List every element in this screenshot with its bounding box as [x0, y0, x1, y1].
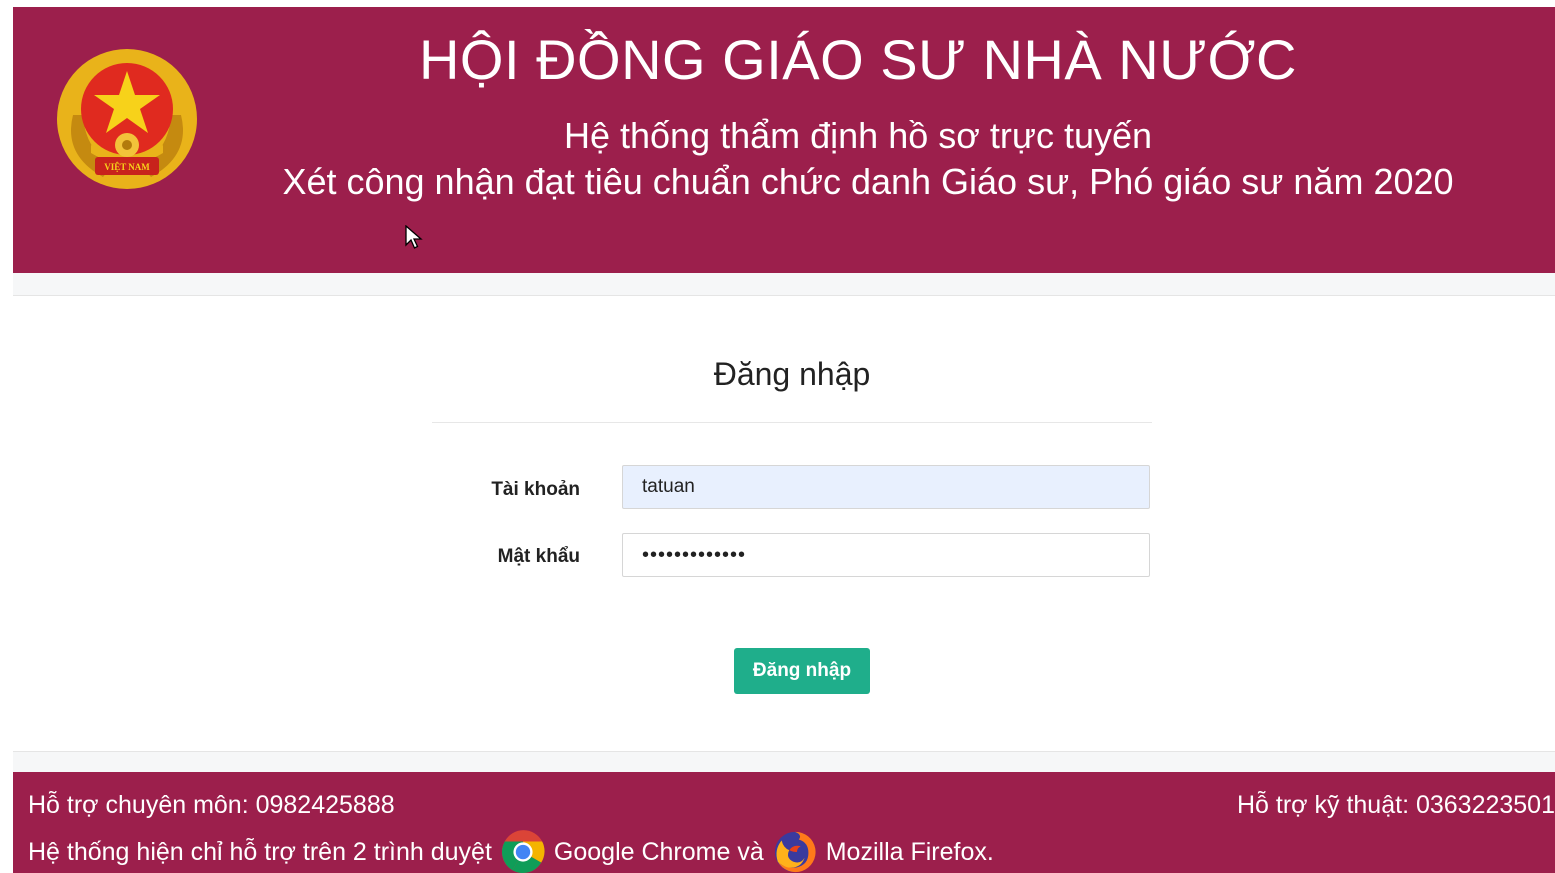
username-label: Tài khoản [491, 479, 580, 500]
login-button[interactable]: Đăng nhập [734, 648, 870, 694]
support-professional-text: Hỗ trợ chuyên môn: 0982425888 [28, 791, 395, 819]
support-technical-text: Hỗ trợ kỹ thuật: 0363223501 [1237, 791, 1555, 819]
username-input[interactable] [622, 465, 1150, 509]
page-title: HỘI ĐỒNG GIÁO SƯ NHÀ NƯỚC [418, 28, 1297, 91]
login-divider [432, 422, 1152, 423]
footer-separator [13, 751, 1555, 773]
browser-firefox-text: Mozilla Firefox. [825, 837, 994, 866]
page-subtitle-system: Hệ thống thẩm định hồ sơ trực tuyến [563, 115, 1153, 156]
browser-support-notice: Hệ thống hiện chỉ hỗ trợ trên 2 trình du… [28, 827, 994, 873]
site-footer: Hỗ trợ chuyên môn: 0982425888 Hỗ trợ kỹ … [13, 772, 1555, 873]
browser-chrome-text: Google Chrome và [553, 837, 764, 866]
mozilla-firefox-icon [774, 831, 816, 873]
browser-support-prefix: Hệ thống hiện chỉ hỗ trợ trên 2 trình du… [28, 837, 492, 866]
google-chrome-icon [501, 830, 545, 873]
password-label: Mật khẩu [497, 546, 580, 567]
mouse-cursor-icon [405, 225, 423, 249]
page-subtitle-program: Xét công nhận đạt tiêu chuẩn chức danh G… [282, 161, 1454, 202]
login-page: VIỆT NAM HỘI ĐỒNG GIÁO SƯ NHÀ NƯỚC Hệ th… [0, 0, 1555, 873]
header-separator [13, 273, 1555, 296]
site-header: VIỆT NAM HỘI ĐỒNG GIÁO SƯ NHÀ NƯỚC Hệ th… [13, 7, 1555, 273]
login-heading: Đăng nhập [713, 356, 871, 392]
password-input[interactable] [622, 533, 1150, 577]
